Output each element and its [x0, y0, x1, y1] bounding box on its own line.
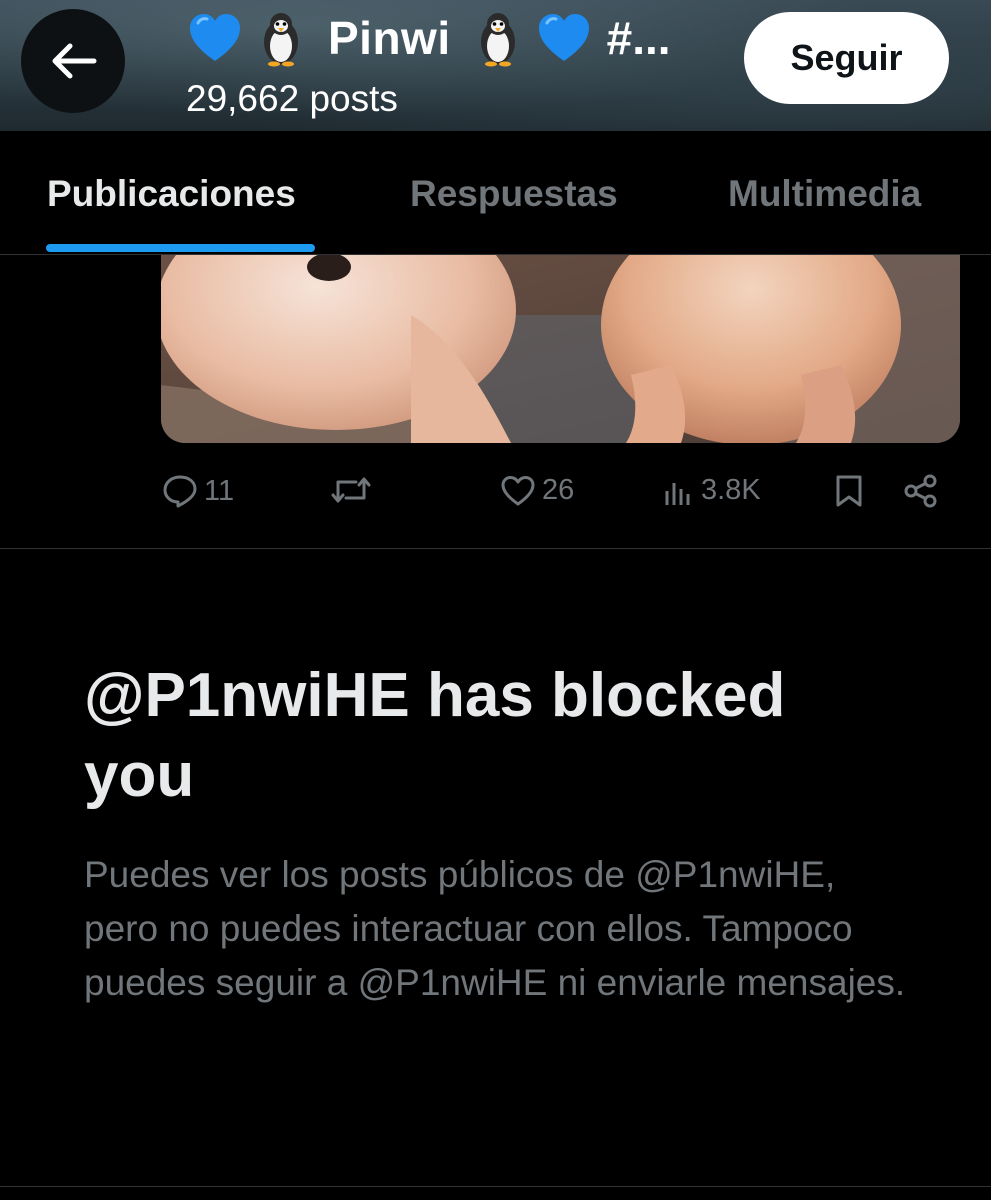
profile-tabs: Publicaciones Respuestas Multimedia: [0, 131, 991, 255]
tab-publicaciones[interactable]: Publicaciones: [47, 173, 296, 215]
reply-icon: [163, 475, 197, 508]
bookmark-icon: [836, 475, 862, 507]
active-tab-indicator: [46, 244, 315, 252]
back-button[interactable]: [21, 9, 125, 113]
reply-button[interactable]: 11: [162, 474, 234, 508]
blocked-description: Puedes ver los posts públicos de @P1nwiH…: [84, 854, 906, 1003]
repost-button[interactable]: [330, 474, 378, 506]
blue-heart-icon: [538, 14, 589, 61]
divider: [0, 1186, 991, 1187]
penguin-icon: [480, 13, 515, 67]
blocked-title: @P1nwiHE has blocked you: [84, 661, 786, 810]
profile-name: Pinwi: [328, 12, 451, 64]
profile-title-row: Pinwi #...: [186, 6, 671, 70]
blue-heart-icon: [190, 14, 240, 61]
tab-respuestas[interactable]: Respuestas: [410, 173, 618, 215]
reply-count: 11: [204, 474, 235, 507]
arrow-left-icon: [52, 43, 97, 79]
share-button[interactable]: [904, 474, 938, 508]
penguin-icon: [264, 13, 298, 67]
tab-multimedia[interactable]: Multimedia: [728, 173, 921, 215]
like-count: 26: [542, 474, 575, 506]
repost-icon: [331, 477, 371, 503]
views-button[interactable]: 3.8K: [663, 474, 761, 507]
post-action-bar: 11 26 3.8K: [0, 460, 991, 522]
profile-header: Pinwi #... 29,662 posts Seguir: [0, 0, 991, 131]
posts-count: 29,662 posts: [186, 78, 398, 119]
divider: [0, 548, 991, 549]
share-icon: [904, 474, 937, 508]
bookmark-button[interactable]: [834, 474, 864, 508]
views-chart-icon: [665, 482, 690, 505]
like-button[interactable]: 26: [500, 474, 574, 507]
post-media-image[interactable]: [161, 255, 960, 443]
dogs-photo: [161, 255, 960, 443]
views-count: 3.8K: [701, 474, 761, 506]
follow-button[interactable]: Seguir: [744, 12, 949, 104]
profile-name-truncated: #...: [606, 12, 671, 64]
heart-icon: [501, 475, 535, 505]
